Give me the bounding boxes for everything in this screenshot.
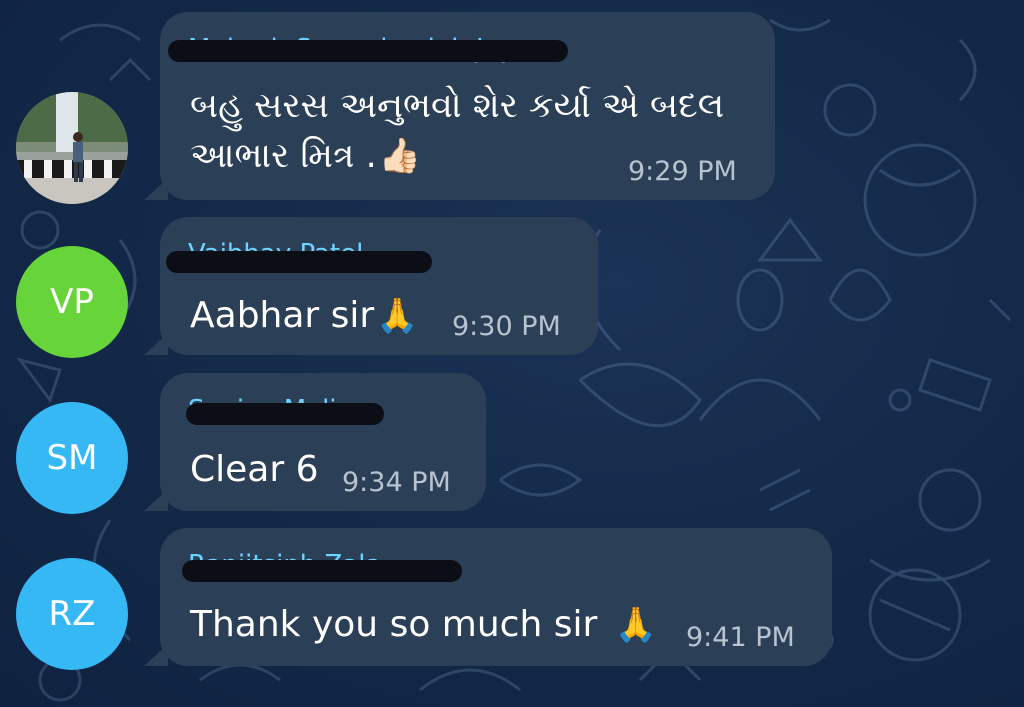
sender-redaction xyxy=(182,560,462,582)
message-text: Thank you so much sir xyxy=(190,604,598,645)
avatar-vp[interactable]: VP xyxy=(16,246,128,358)
bubble-tail xyxy=(144,489,168,511)
sender-redaction xyxy=(166,251,432,273)
message-text: બહુ સરસ અનુભવો શેર કર્યા એ બદલ xyxy=(190,86,725,126)
message-text-line: Aabhar sir🙏 xyxy=(190,295,419,336)
bubble-tail xyxy=(144,644,168,666)
folded-hands-emoji: 🙏 xyxy=(614,605,658,645)
avatar-initials: VP xyxy=(50,282,94,322)
message-time: 9:30 PM xyxy=(452,311,561,342)
message-text: આભાર મિત્ર . xyxy=(190,136,377,176)
message-time: 9:29 PM xyxy=(628,156,737,187)
message-bubble[interactable]: Ranjitsinh Zala Thank you so much sir 🙏 … xyxy=(144,528,832,666)
avatar[interactable] xyxy=(16,92,128,204)
profile-photo xyxy=(16,92,128,204)
message-bubble[interactable]: Vaibhav Patel Aabhar sir🙏 9:30 PM xyxy=(144,217,598,355)
message-bubble[interactable]: Sanjay Mali Clear 6 9:34 PM xyxy=(144,373,486,511)
thumbs-up-emoji: 👍🏻 xyxy=(378,136,422,176)
message-time: 9:41 PM xyxy=(686,622,795,653)
message-text: Aabhar sir xyxy=(190,295,375,336)
avatar-sm[interactable]: SM xyxy=(16,402,128,514)
avatar-rz[interactable]: RZ xyxy=(16,558,128,670)
avatar-initials: RZ xyxy=(48,594,96,634)
message-text-line: Thank you so much sir 🙏 xyxy=(190,604,657,645)
message-bubble[interactable]: Mukesh Surendrasinh Jay બહુ સરસ અનુભવો શ… xyxy=(144,12,775,200)
message-text-line-2: આભાર મિત્ર .👍🏻 xyxy=(190,136,421,176)
avatar-initials: SM xyxy=(46,438,98,478)
bubble-tail xyxy=(144,178,168,200)
sender-redaction xyxy=(186,403,384,425)
message-text: Clear 6 xyxy=(190,449,319,490)
message-time: 9:34 PM xyxy=(342,467,451,498)
bubble-tail xyxy=(144,333,168,355)
sender-redaction xyxy=(168,40,568,62)
folded-hands-emoji: 🙏 xyxy=(376,296,419,336)
